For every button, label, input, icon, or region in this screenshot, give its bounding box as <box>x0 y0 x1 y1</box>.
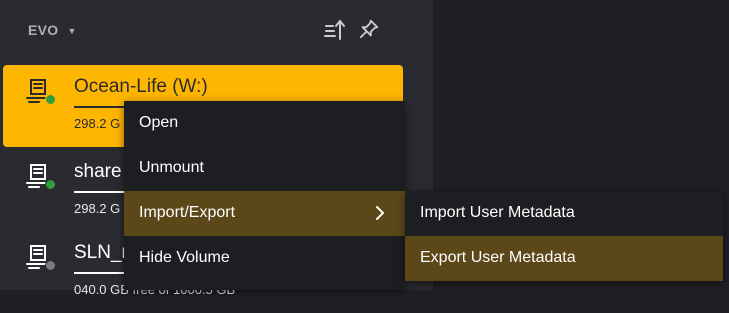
menu-item-import-export[interactable]: Import/Export <box>124 191 405 236</box>
volume-size: 298.2 G <box>74 116 121 131</box>
chevron-down-icon: ▼ <box>67 26 77 36</box>
menu-item-label: Import/Export <box>139 204 236 221</box>
volume-name: SLN_r <box>74 242 128 263</box>
menu-item-export-user-metadata[interactable]: Export User Metadata <box>405 236 723 281</box>
menu-item-label: Import User Metadata <box>420 204 575 221</box>
menu-item-label: Hide Volume <box>139 249 230 266</box>
context-menu: Open Unmount Import/Export Hide Volume <box>124 101 405 290</box>
server-selector[interactable]: EVO ▼ <box>28 22 77 38</box>
volume-name: share <box>74 161 122 182</box>
menu-item-label: Export User Metadata <box>420 249 576 266</box>
volume-size: 298.2 G <box>74 201 121 216</box>
volume-name: Ocean-Life (W:) <box>74 76 208 97</box>
status-dot <box>45 179 56 190</box>
server-name: EVO <box>28 22 59 38</box>
import-export-submenu: Import User Metadata Export User Metadat… <box>405 191 723 281</box>
menu-item-label: Unmount <box>139 159 204 176</box>
chevron-right-icon <box>375 205 385 226</box>
menu-item-open[interactable]: Open <box>124 101 405 146</box>
menu-item-unmount[interactable]: Unmount <box>124 146 405 191</box>
pin-icon[interactable] <box>358 18 380 45</box>
status-dot <box>45 94 56 105</box>
menu-item-import-user-metadata[interactable]: Import User Metadata <box>405 191 723 236</box>
status-dot <box>45 260 56 271</box>
menu-item-hide-volume[interactable]: Hide Volume <box>124 236 405 281</box>
sort-upload-icon[interactable] <box>323 18 347 47</box>
menu-item-label: Open <box>139 114 179 131</box>
